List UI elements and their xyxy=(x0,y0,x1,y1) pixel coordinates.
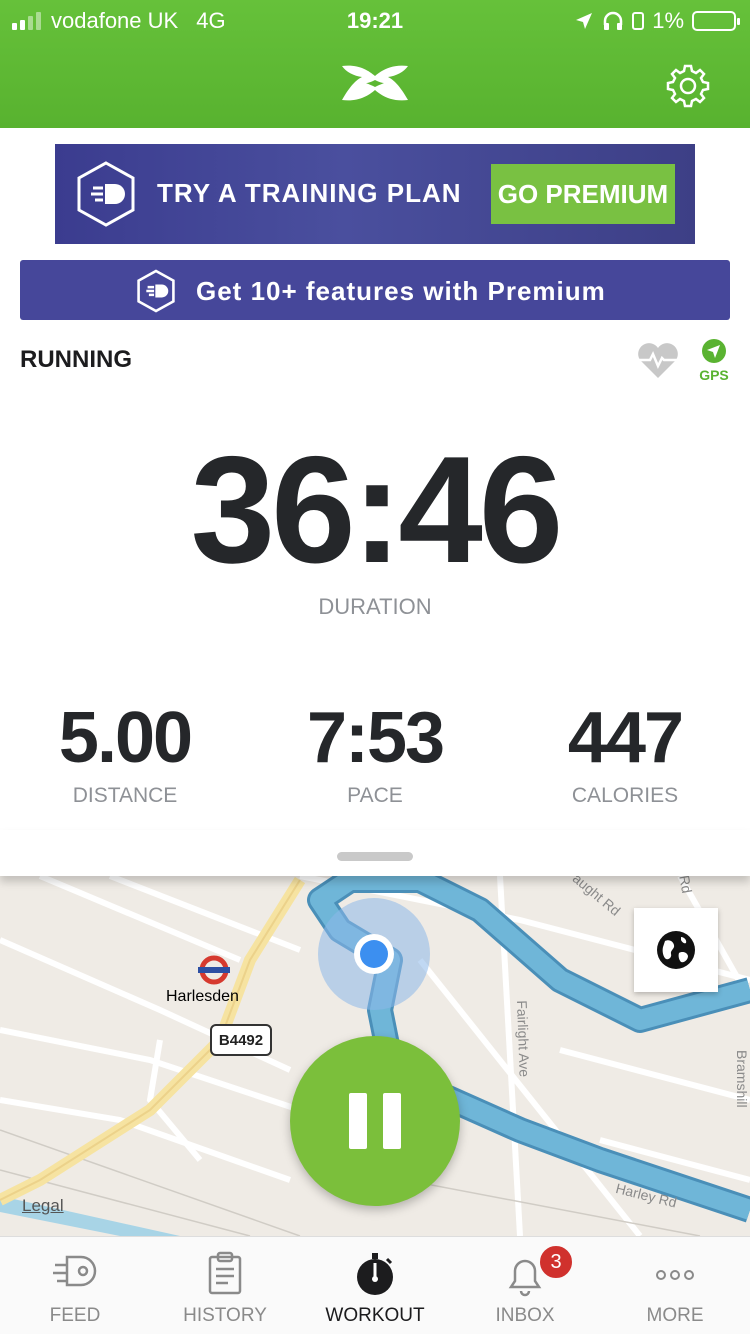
drag-handle[interactable] xyxy=(337,852,413,861)
tab-inbox[interactable]: INBOX xyxy=(450,1237,600,1334)
feed-icon xyxy=(53,1255,97,1287)
duration-label: DURATION xyxy=(318,594,432,619)
calories-value: 447 xyxy=(567,698,684,778)
distance-value: 5.00 xyxy=(58,698,193,778)
tab-label: HISTORY xyxy=(183,1305,267,1326)
lock-rotation-icon xyxy=(632,12,645,30)
headphones-icon xyxy=(603,11,623,30)
ellipsis-icon xyxy=(656,1270,694,1280)
underground-station-icon xyxy=(198,955,230,985)
pause-icon xyxy=(349,1093,367,1149)
battery-icon xyxy=(692,11,740,31)
clipboard-icon xyxy=(208,1251,242,1295)
tab-bar: FEED HISTORY WORKOUT INBOX MORE xyxy=(0,1236,750,1334)
place-label: Harlesden xyxy=(166,988,239,1005)
duration-value: 36:46 xyxy=(190,425,564,595)
premium-strip-text: Get 10+ features with Premium xyxy=(196,276,606,306)
legal-link[interactable]: Legal xyxy=(22,1196,64,1216)
tab-more[interactable]: MORE xyxy=(600,1237,750,1334)
premium-features-strip[interactable]: Get 10+ features with Premium xyxy=(20,260,730,320)
street-label: Fairlight Ave xyxy=(514,1000,533,1078)
app-header: vodafone UK 4G 19:21 1% xyxy=(0,0,750,128)
distance-stat: 5.00 DISTANCE xyxy=(0,702,250,808)
pace-value: 7:53 xyxy=(306,698,445,778)
tab-label: MORE xyxy=(646,1305,704,1326)
stopwatch-icon xyxy=(357,1253,393,1295)
gps-arrow-icon xyxy=(702,339,726,363)
stats-sheet-edge xyxy=(0,830,750,876)
activity-type[interactable]: RUNNING xyxy=(20,346,132,374)
banner-title: TRY A TRAINING PLAN xyxy=(157,178,462,208)
tab-label: FEED xyxy=(49,1305,101,1326)
premium-hex-icon xyxy=(77,161,135,227)
pace-stat: 7:53 PACE xyxy=(250,702,500,808)
current-location-dot xyxy=(360,940,388,968)
gear-icon[interactable] xyxy=(664,62,712,110)
heart-rate-icon[interactable] xyxy=(636,340,680,380)
training-plan-banner[interactable]: TRY A TRAINING PLAN GO PREMIUM xyxy=(55,144,695,244)
under-armour-logo xyxy=(342,65,408,101)
go-premium-button[interactable]: GO PREMIUM xyxy=(491,164,675,224)
gps-indicator: GPS xyxy=(694,338,734,383)
inbox-badge: 3 xyxy=(538,1244,574,1280)
gps-label: GPS xyxy=(699,367,729,383)
tab-label: WORKOUT xyxy=(325,1305,425,1326)
street-label: Bramshill xyxy=(734,1050,750,1108)
calories-label: CALORIES xyxy=(571,784,679,807)
pace-label: PACE xyxy=(347,784,403,807)
map-type-button[interactable] xyxy=(634,908,718,992)
battery-percent: 1% xyxy=(652,8,684,33)
status-bar: vodafone UK 4G 19:21 1% xyxy=(0,0,750,42)
calories-stat: 447 CALORIES xyxy=(500,702,750,808)
pause-button[interactable] xyxy=(290,1036,460,1206)
distance-label: DISTANCE xyxy=(72,784,178,807)
tab-label: INBOX xyxy=(495,1305,555,1326)
tab-workout[interactable]: WORKOUT xyxy=(300,1237,450,1334)
road-shield: B4492 xyxy=(210,1024,272,1056)
premium-hex-icon xyxy=(137,269,175,313)
street-label: Rd xyxy=(676,874,696,895)
globe-icon xyxy=(657,931,695,969)
location-arrow-icon xyxy=(576,13,593,29)
tab-history[interactable]: HISTORY xyxy=(150,1237,300,1334)
tab-feed[interactable]: FEED xyxy=(0,1237,150,1334)
